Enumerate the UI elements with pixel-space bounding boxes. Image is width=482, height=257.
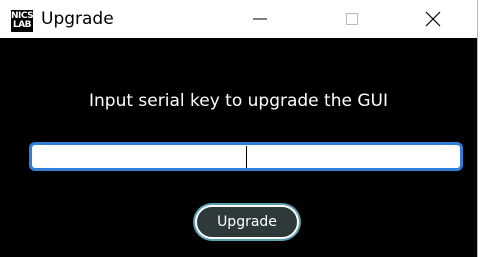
- maximize-icon: [346, 13, 358, 25]
- upgrade-button[interactable]: Upgrade: [195, 205, 299, 239]
- window-title: Upgrade: [41, 9, 114, 29]
- upgrade-dialog: NICS LAB Upgrade Input serial key to upg…: [0, 0, 478, 257]
- maximize-button[interactable]: [329, 0, 375, 38]
- app-logo: NICS LAB: [11, 10, 34, 32]
- minimize-button[interactable]: [237, 0, 283, 38]
- app-logo-line2: LAB: [12, 20, 32, 30]
- text-caret: [246, 146, 247, 168]
- close-icon: [425, 11, 441, 27]
- close-button[interactable]: [410, 0, 456, 38]
- minimize-icon: [253, 18, 267, 20]
- title-bar[interactable]: NICS LAB Upgrade: [0, 0, 477, 38]
- instruction-label: Input serial key to upgrade the GUI: [89, 91, 388, 111]
